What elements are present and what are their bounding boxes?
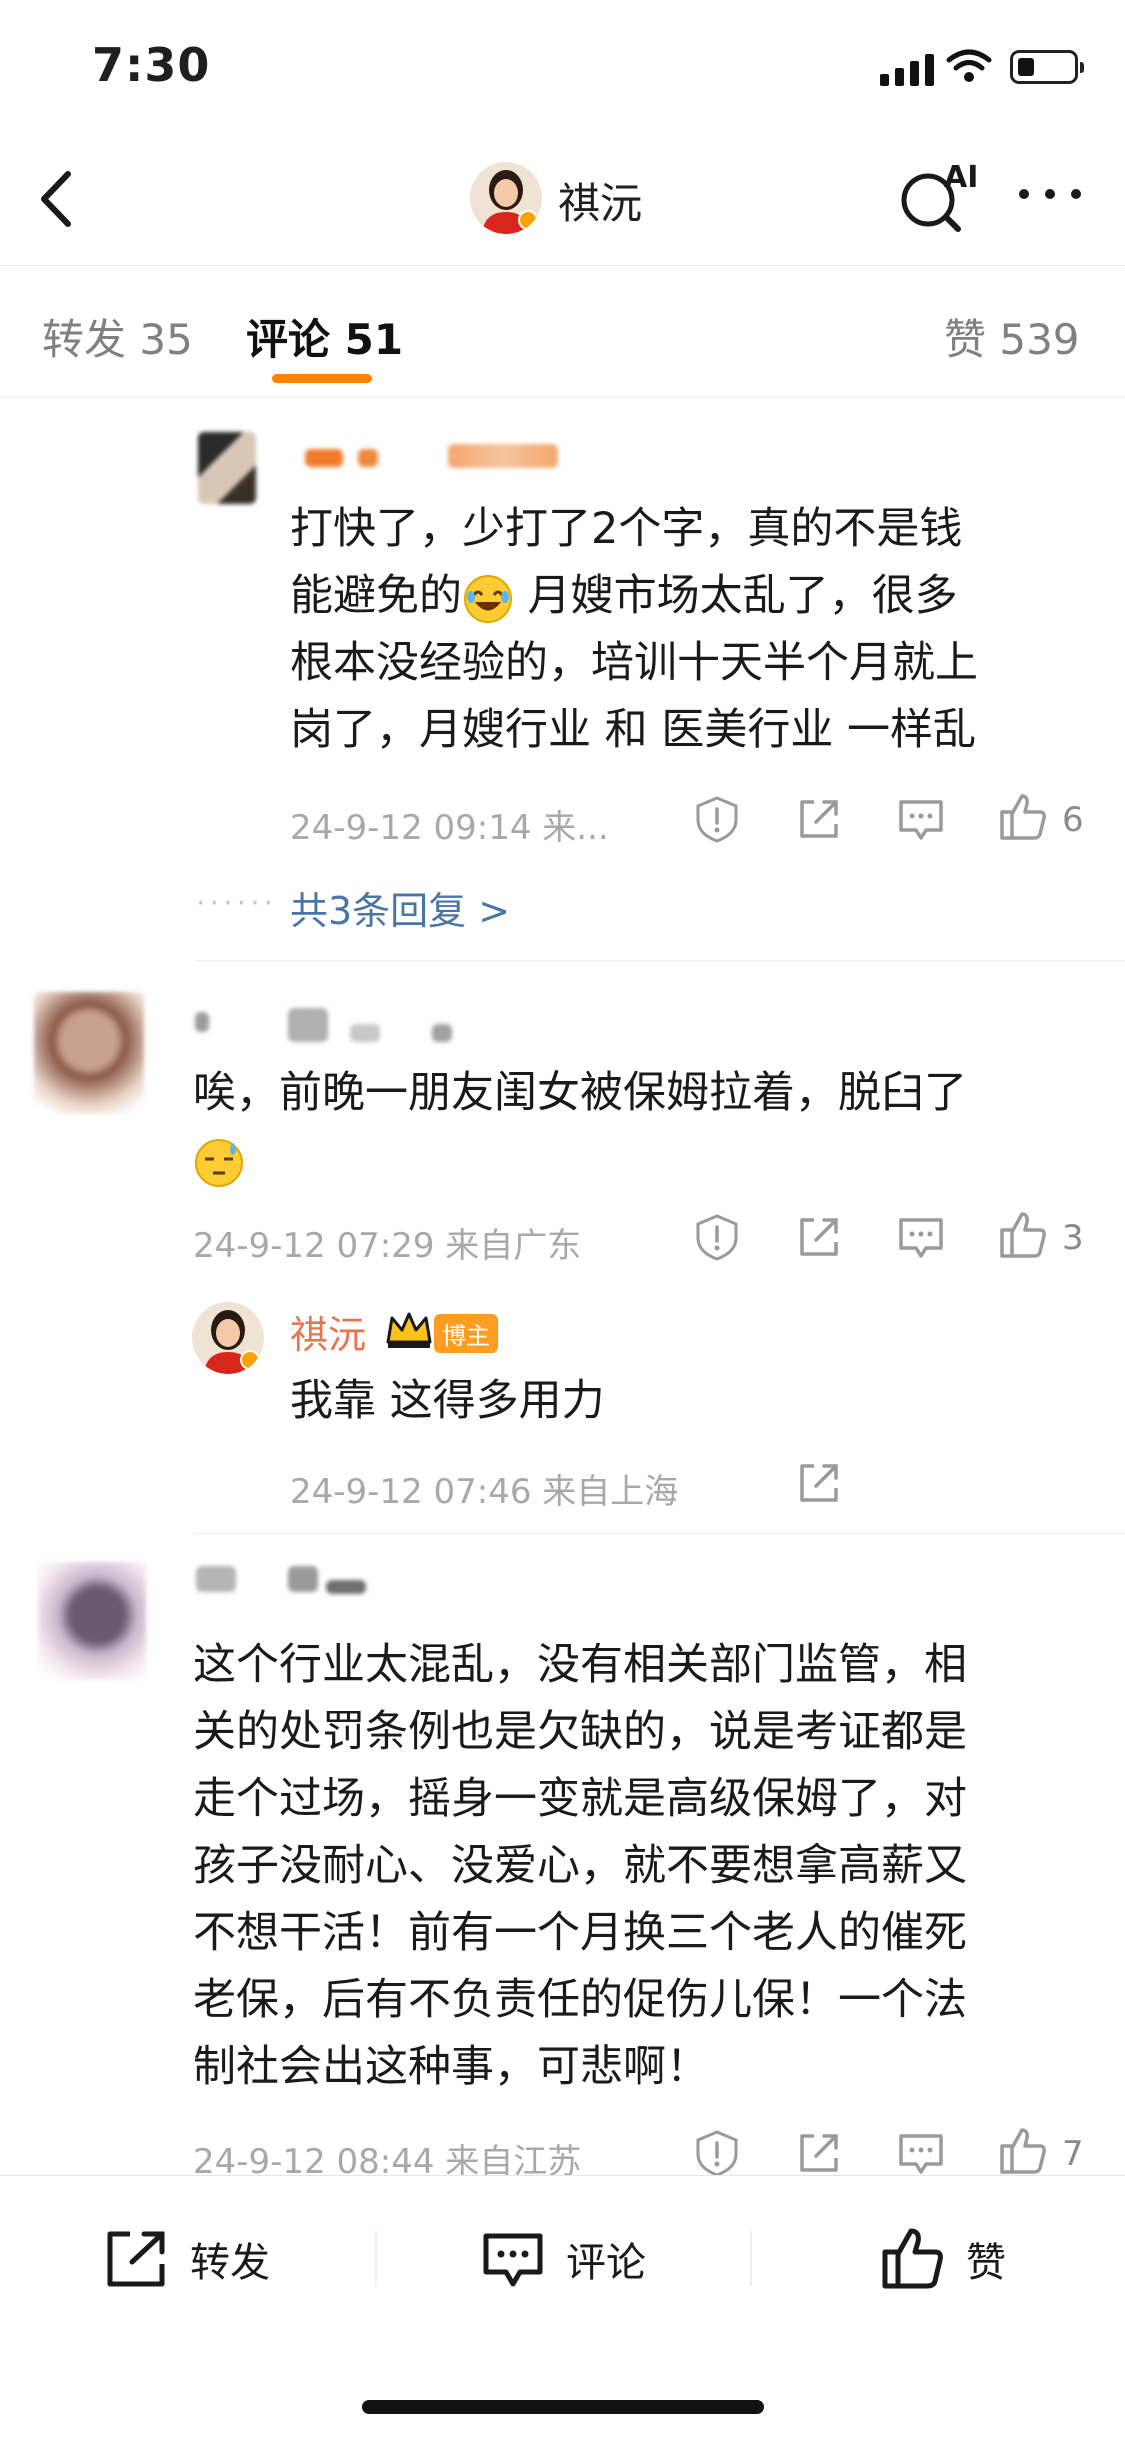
reply-text: 我靠 这得多用力 <box>290 1376 605 1426</box>
tab-repost[interactable]: 转发 35 <box>42 306 193 367</box>
user-avatar[interactable] <box>470 162 542 234</box>
tab-comments[interactable]: 评论 51 <box>246 306 403 367</box>
thumbs-up-icon <box>882 2228 943 2289</box>
repost-button[interactable]: 转发 <box>104 2224 270 2294</box>
reply-dots: ······ <box>196 886 278 921</box>
repost-icon <box>107 2231 165 2287</box>
like-count: 7 <box>1062 2134 1084 2174</box>
bar-separator <box>750 2231 752 2286</box>
ai-search-icon[interactable]: AI <box>896 160 986 240</box>
bottom-action-bar: 转发 评论 赞 <box>0 2175 1125 2437</box>
battery-icon <box>1010 50 1084 84</box>
comment-text: 唉，前晚一朋友闺女被保姆拉着，脱臼了 <box>193 1060 1093 1194</box>
comment-icon[interactable] <box>896 794 946 844</box>
like-button[interactable]: 赞 <box>880 2224 1006 2294</box>
commenter-name-redacted <box>350 1024 380 1042</box>
commenter-name-redacted <box>288 1566 318 1592</box>
commenter-name-redacted[interactable] <box>196 1566 236 1592</box>
cold-sweat-emoji-icon <box>195 1138 243 1187</box>
share-icon[interactable] <box>794 1458 844 1508</box>
like-icon[interactable] <box>998 792 1048 842</box>
share-icon[interactable] <box>794 794 844 844</box>
comment-label: 评论 <box>566 2240 646 2286</box>
reply-meta: 24-9-12 07:46 来自上海 <box>290 1472 679 1512</box>
share-icon[interactable] <box>794 2128 844 2178</box>
like-icon[interactable] <box>998 2126 1048 2176</box>
commenter-name-redacted <box>448 444 558 468</box>
commenter-avatar[interactable] <box>34 992 144 1114</box>
comment-button[interactable]: 评论 <box>480 2224 646 2294</box>
comment-divider <box>193 1533 1125 1534</box>
report-icon[interactable] <box>692 1212 742 1262</box>
comment-text: 这个行业太混乱，没有相关部门监管，相 关的处罚条例也是欠缺的，说是考证都是 走个… <box>193 1640 967 2092</box>
active-tab-indicator <box>272 374 372 383</box>
like-count: 6 <box>1062 800 1084 840</box>
like-icon[interactable] <box>998 1210 1048 1260</box>
nav-username[interactable]: 祺沅 <box>558 170 642 231</box>
comment-meta: 24-9-12 07:29 来自广东 <box>193 1226 582 1266</box>
comment-text: 打快了，少打了2个字，真的不是钱 能避免的 月嫂市场太乱了，很多 根本没经验的，… <box>290 504 978 755</box>
like-label: 赞 <box>966 2240 1006 2286</box>
crown-icon <box>386 1312 432 1348</box>
commenter-name-redacted[interactable] <box>195 1012 209 1032</box>
comment-bubble-icon <box>483 2233 543 2287</box>
ai-label: AI <box>944 160 979 195</box>
tab-likes[interactable]: 赞 539 <box>944 306 1080 367</box>
commenter-name-redacted <box>288 1008 328 1042</box>
commenter-avatar[interactable] <box>38 1562 146 1680</box>
laughing-tears-emoji-icon <box>464 574 512 623</box>
commenter-name-redacted <box>358 449 378 467</box>
report-icon[interactable] <box>692 794 742 844</box>
comment-icon[interactable] <box>896 1212 946 1262</box>
blogger-badge: 博主 <box>434 1314 498 1353</box>
cellular-signal-icon <box>880 52 936 86</box>
comment-icon[interactable] <box>896 2128 946 2178</box>
comment-meta: 24-9-12 09:14 来... <box>290 808 609 848</box>
commenter-avatar[interactable] <box>198 432 256 504</box>
share-icon[interactable] <box>794 1212 844 1262</box>
comment-divider <box>195 960 1125 961</box>
status-time: 7:30 <box>92 38 211 92</box>
like-count: 3 <box>1062 1218 1084 1258</box>
back-arrow-icon[interactable] <box>28 164 88 234</box>
commenter-name-redacted[interactable] <box>305 449 343 467</box>
tab-bar: 转发 35 评论 51 赞 539 <box>0 265 1125 397</box>
blogger-avatar[interactable] <box>192 1302 264 1374</box>
blogger-name[interactable]: 祺沅 <box>290 1304 366 1359</box>
bar-separator <box>375 2231 377 2286</box>
report-icon[interactable] <box>692 2128 742 2178</box>
commenter-name-redacted <box>326 1580 366 1594</box>
view-replies-link[interactable]: 共3条回复 > <box>290 880 510 935</box>
wifi-icon <box>946 49 992 82</box>
commenter-name-redacted <box>432 1024 452 1042</box>
more-options-icon[interactable] <box>1014 174 1086 214</box>
repost-label: 转发 <box>190 2240 270 2286</box>
home-indicator <box>362 2400 764 2414</box>
